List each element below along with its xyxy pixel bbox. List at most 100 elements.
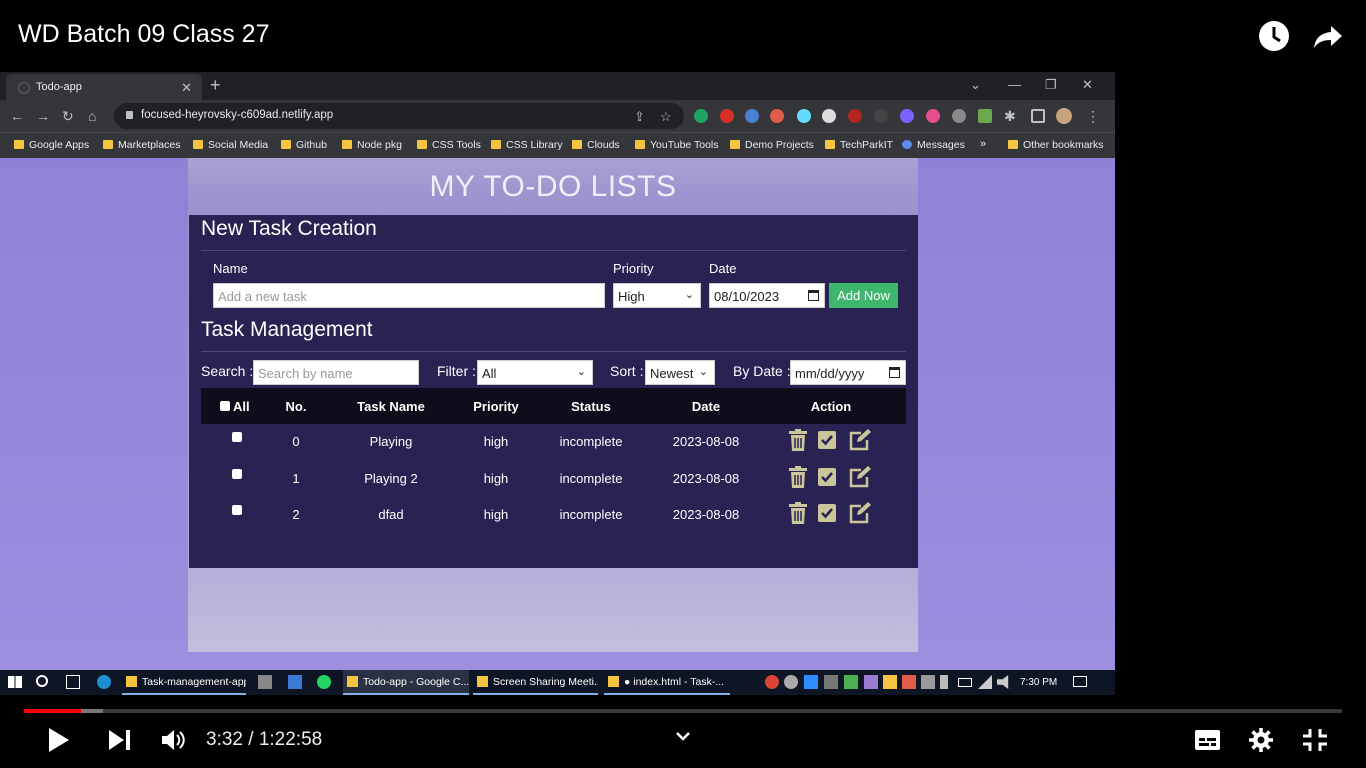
mail-icon[interactable]	[288, 675, 302, 689]
bookmark-github[interactable]: Github	[281, 139, 327, 151]
minimize-icon[interactable]: —	[1008, 77, 1021, 92]
edit-icon[interactable]	[848, 429, 872, 451]
whatsapp-icon[interactable]	[317, 675, 331, 689]
bookmark-demo-projects[interactable]: Demo Projects	[730, 139, 814, 151]
task-name-input[interactable]: Add a new task	[213, 283, 605, 308]
extension-icon[interactable]	[926, 109, 940, 123]
edge-icon[interactable]	[97, 675, 111, 689]
bookmark-css-library[interactable]: CSS Library	[491, 139, 563, 151]
add-now-button[interactable]: Add Now	[829, 283, 898, 308]
battery-icon[interactable]	[958, 678, 972, 687]
tray-icon[interactable]	[883, 675, 897, 689]
watch-later-icon[interactable]	[1256, 18, 1292, 54]
back-icon[interactable]: ←	[10, 108, 24, 124]
play-icon[interactable]	[46, 727, 70, 753]
taskbar-app-vscode[interactable]: ● index.html - Task-...	[604, 670, 730, 695]
check-icon[interactable]	[818, 431, 836, 449]
trash-icon[interactable]	[788, 502, 808, 524]
exit-fullscreen-icon[interactable]	[1302, 728, 1328, 752]
edit-icon[interactable]	[848, 502, 872, 524]
progress-bar[interactable]	[24, 709, 81, 713]
sort-select[interactable]: Newest ⌄	[645, 360, 715, 385]
next-icon[interactable]	[108, 727, 132, 753]
volume-icon[interactable]	[997, 675, 1009, 689]
bookmark-marketplaces[interactable]: Marketplaces	[103, 139, 180, 151]
subtitles-icon[interactable]	[1194, 729, 1221, 751]
settings-gear-icon[interactable]	[1249, 728, 1273, 752]
bookmark-google-apps[interactable]: Google Apps	[14, 139, 89, 151]
bookmark-other[interactable]: Other bookmarks	[1008, 139, 1104, 151]
trash-icon[interactable]	[788, 429, 808, 451]
filter-select[interactable]: All ⌄	[477, 360, 593, 385]
taskbar-app-task-management[interactable]: Task-management-app	[122, 670, 246, 695]
restore-icon[interactable]: ❐	[1045, 77, 1057, 93]
tray-icon[interactable]	[824, 675, 838, 689]
side-panel-icon[interactable]	[1031, 109, 1045, 123]
bookmark-clouds[interactable]: Clouds	[572, 139, 620, 151]
search-input[interactable]: Search by name	[253, 360, 419, 385]
extensions-puzzle-icon[interactable]: ✱	[1004, 108, 1016, 125]
priority-select[interactable]: High ⌄	[613, 283, 701, 308]
by-date-input[interactable]: mm/dd/yyyy	[790, 360, 906, 385]
tab-search-icon[interactable]: ⌄	[970, 77, 981, 93]
windows-start-icon[interactable]	[8, 676, 22, 688]
notifications-icon[interactable]	[1073, 676, 1087, 687]
edit-icon[interactable]	[848, 466, 872, 488]
wifi-icon[interactable]	[978, 675, 992, 689]
row-checkbox[interactable]	[232, 432, 242, 442]
extension-icon[interactable]	[874, 109, 888, 123]
extension-icon[interactable]	[720, 109, 734, 123]
grammarly-icon[interactable]	[694, 109, 708, 123]
bookmark-node-pkg[interactable]: Node pkg	[342, 139, 402, 151]
chrome-icon[interactable]	[765, 675, 779, 689]
share-page-icon[interactable]: ⇪	[634, 109, 645, 125]
new-tab-icon[interactable]: +	[210, 75, 221, 96]
forward-icon[interactable]: →	[36, 108, 50, 124]
profile-avatar[interactable]	[1056, 108, 1072, 124]
taskbar-app-zoom[interactable]: Screen Sharing Meeti...	[473, 670, 598, 695]
calendar-icon[interactable]	[889, 367, 900, 378]
check-icon[interactable]	[818, 504, 836, 522]
extension-icon[interactable]	[900, 109, 914, 123]
bookmark-social-media[interactable]: Social Media	[193, 139, 268, 151]
tray-icon[interactable]	[784, 675, 798, 689]
react-devtools-icon[interactable]	[797, 109, 811, 123]
extension-icon[interactable]	[978, 109, 992, 123]
calendar-icon[interactable]	[808, 290, 819, 301]
search-icon[interactable]	[36, 675, 48, 687]
bookmark-youtube-tools[interactable]: YouTube Tools	[635, 139, 719, 151]
home-icon[interactable]: ⌂	[88, 108, 96, 124]
tray-icon[interactable]	[844, 675, 858, 689]
reload-icon[interactable]: ↻	[62, 108, 74, 125]
tray-icon[interactable]	[902, 675, 916, 689]
row-checkbox[interactable]	[232, 505, 242, 515]
extension-icon[interactable]	[770, 109, 784, 123]
select-all-checkbox[interactable]	[220, 401, 230, 411]
volume-icon[interactable]	[160, 727, 186, 753]
check-icon[interactable]	[818, 468, 836, 486]
extension-icon[interactable]	[822, 109, 836, 123]
bookmark-messages[interactable]: Messages	[902, 139, 965, 151]
trash-icon[interactable]	[788, 466, 808, 488]
progress-track[interactable]	[24, 709, 1342, 713]
extension-icon[interactable]	[848, 109, 862, 123]
chevron-down-icon[interactable]	[674, 730, 692, 744]
tray-icon[interactable]	[864, 675, 878, 689]
url-field[interactable]: focused-heyrovsky-c609ad.netlify.app ⇪ ☆	[114, 103, 684, 129]
date-input[interactable]: 08/10/2023	[709, 283, 825, 308]
extension-icon[interactable]	[952, 109, 966, 123]
browser-tab[interactable]: Todo-app ✕	[6, 74, 202, 100]
bookmark-css-tools[interactable]: CSS Tools	[417, 139, 481, 151]
bookmark-star-icon[interactable]: ☆	[660, 109, 672, 125]
share-icon[interactable]	[1310, 18, 1346, 54]
row-checkbox[interactable]	[232, 469, 242, 479]
zoom-icon[interactable]	[804, 675, 818, 689]
task-view-icon[interactable]	[66, 675, 80, 689]
close-tab-icon[interactable]: ✕	[181, 80, 192, 96]
bookmark-techparkit[interactable]: TechParkIT	[825, 139, 893, 151]
extension-icon[interactable]	[745, 109, 759, 123]
menu-kebab-icon[interactable]: ⋮	[1086, 108, 1100, 125]
microphone-icon[interactable]	[940, 675, 948, 689]
more-bookmarks-chevron[interactable]: »	[980, 138, 986, 150]
close-window-icon[interactable]: ✕	[1082, 77, 1093, 93]
